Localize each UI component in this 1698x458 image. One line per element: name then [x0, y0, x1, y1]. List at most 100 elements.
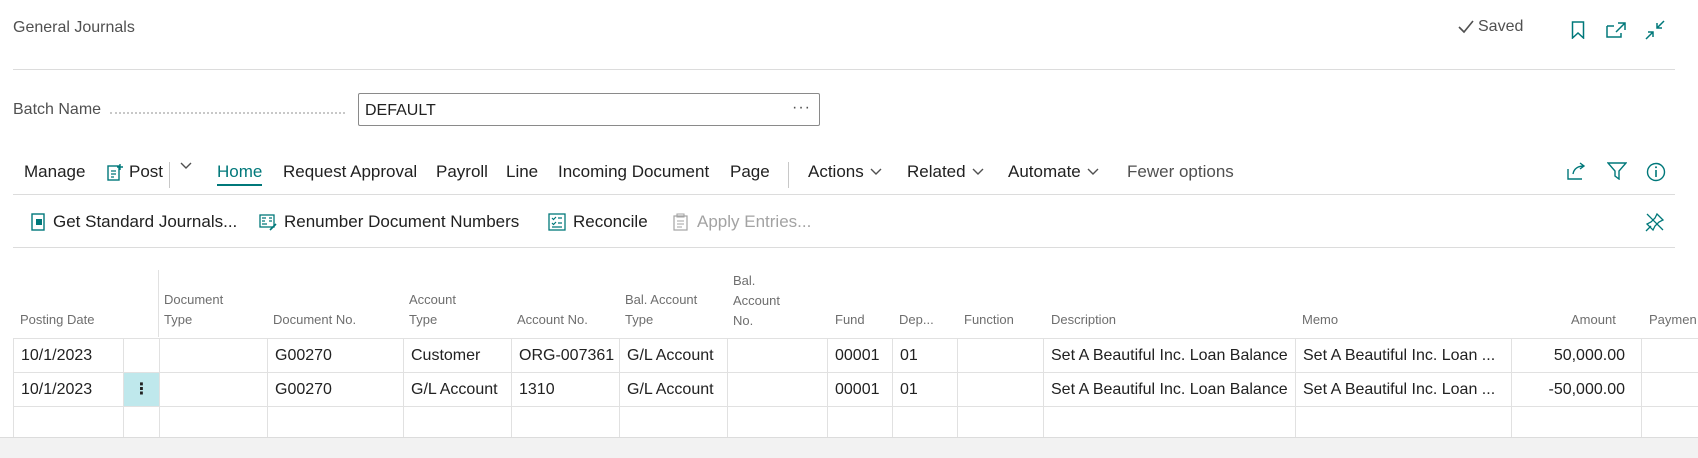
table-row-new[interactable]	[13, 406, 1698, 441]
get-standard-journals-button[interactable]: Get Standard Journals...	[30, 212, 237, 232]
menu-post-dropdown-button[interactable]	[180, 162, 192, 170]
cell-memo[interactable]	[1295, 407, 1511, 441]
column-header-document-type[interactable]: Document Type	[164, 290, 223, 330]
info-icon[interactable]	[1646, 162, 1666, 182]
menu-manage-label: Manage	[24, 162, 86, 181]
row-menu-button[interactable]: ⋮	[123, 373, 159, 407]
cell-document-no[interactable]	[267, 407, 403, 441]
cell-fund[interactable]: 00001	[827, 339, 892, 373]
menu-incoming-document[interactable]: Incoming Document	[558, 162, 709, 182]
menu-related[interactable]: Related	[907, 162, 984, 182]
menu-automate[interactable]: Automate	[1008, 162, 1099, 182]
batch-name-field[interactable]: DEFAULT ···	[358, 93, 820, 126]
cell-posting-date[interactable]: 10/1/2023	[13, 339, 123, 373]
cell-document-no[interactable]: G00270	[267, 373, 403, 407]
cell-document-type[interactable]	[159, 407, 267, 441]
cell-bal-account-type[interactable]: G/L Account	[619, 339, 727, 373]
renumber-document-numbers-button[interactable]: Renumber Document Numbers	[259, 212, 519, 232]
cell-bal-account-no[interactable]	[727, 407, 827, 441]
cell-account-no[interactable]	[511, 407, 619, 441]
column-header-document-no[interactable]: Document No.	[273, 310, 356, 330]
tab-home[interactable]: Home	[217, 162, 263, 186]
column-header-text: Paymen	[1649, 312, 1697, 327]
cell-account-no[interactable]: ORG-007361	[511, 339, 619, 373]
batch-name-lookup-button[interactable]: ···	[792, 99, 811, 117]
cell-amount[interactable]: 50,000.00	[1511, 339, 1641, 373]
batch-name-label: Batch Name	[13, 101, 102, 118]
menu-post[interactable]: Post	[107, 162, 163, 182]
menu-payroll[interactable]: Payroll	[436, 162, 488, 182]
cell-function[interactable]	[957, 407, 1043, 441]
table-row[interactable]: 10/1/2023 ⋮ G00270 G/L Account 1310 G/L …	[13, 372, 1698, 407]
cell-account-no[interactable]: 1310	[511, 373, 619, 407]
row-menu-cell[interactable]	[123, 339, 159, 373]
column-header-function[interactable]: Function	[964, 310, 1014, 330]
column-header-dep[interactable]: Dep...	[899, 310, 934, 330]
cell-posting-date[interactable]	[13, 407, 123, 441]
bookmark-icon[interactable]	[1566, 18, 1590, 42]
menu-page[interactable]: Page	[730, 162, 770, 182]
column-header-posting-date[interactable]: Posting Date	[20, 310, 94, 330]
apply-entries-icon	[673, 213, 688, 231]
cell-description[interactable]: Set A Beautiful Inc. Loan Balance	[1043, 339, 1295, 373]
table-row[interactable]: 10/1/2023 G00270 Customer ORG-007361 G/L…	[13, 338, 1698, 373]
cell-description[interactable]	[1043, 407, 1295, 441]
cell-function[interactable]	[957, 373, 1043, 407]
collapse-icon[interactable]	[1643, 18, 1667, 42]
cell-payment[interactable]	[1641, 407, 1698, 441]
cell-document-no[interactable]: G00270	[267, 339, 403, 373]
cell-payment[interactable]	[1641, 339, 1698, 373]
menu-manage[interactable]: Manage	[24, 162, 85, 182]
column-header-bal-account-no[interactable]: Bal. Account No.	[733, 271, 780, 331]
open-in-new-window-icon[interactable]	[1604, 18, 1628, 42]
column-header-description[interactable]: Description	[1051, 310, 1116, 330]
cell-bal-account-no[interactable]	[727, 373, 827, 407]
menu-line[interactable]: Line	[506, 162, 538, 182]
cell-bal-account-type[interactable]	[619, 407, 727, 441]
share-icon[interactable]	[1567, 162, 1587, 180]
column-header-account-no[interactable]: Account No.	[517, 310, 588, 330]
column-header-amount[interactable]: Amount	[1571, 310, 1616, 330]
column-header-text: Type	[409, 312, 438, 327]
cell-function[interactable]	[957, 339, 1043, 373]
cell-dep[interactable]: 01	[892, 339, 957, 373]
cell-bal-account-no[interactable]	[727, 339, 827, 373]
column-header-bal-account-type[interactable]: Bal. Account Type	[625, 290, 697, 330]
cell-payment[interactable]	[1641, 373, 1698, 407]
cell-amount[interactable]: -50,000.00	[1511, 373, 1641, 407]
column-header-fund[interactable]: Fund	[835, 310, 865, 330]
cell-dep[interactable]	[892, 407, 957, 441]
cell-document-type[interactable]	[159, 373, 267, 407]
reconcile-button[interactable]: Reconcile	[548, 212, 648, 232]
cell-account-type[interactable]	[403, 407, 511, 441]
cell-account-type[interactable]: Customer	[403, 339, 511, 373]
grid-footer-area	[0, 437, 1698, 458]
reconcile-icon	[548, 213, 566, 231]
cell-memo[interactable]: Set A Beautiful Inc. Loan ...	[1295, 339, 1511, 373]
batch-name-value[interactable]: DEFAULT	[365, 102, 436, 120]
cell-description[interactable]: Set A Beautiful Inc. Loan Balance	[1043, 373, 1295, 407]
checkmark-icon	[1458, 20, 1474, 34]
chevron-down-icon	[180, 162, 192, 169]
cell-memo[interactable]: Set A Beautiful Inc. Loan ...	[1295, 373, 1511, 407]
batch-name-leader-dots	[110, 104, 345, 114]
cell-document-type[interactable]	[159, 339, 267, 373]
cell-fund[interactable]	[827, 407, 892, 441]
column-header-account-type[interactable]: Account Type	[409, 290, 456, 330]
cell-fund[interactable]: 00001	[827, 373, 892, 407]
cell-dep[interactable]: 01	[892, 373, 957, 407]
menu-automate-label: Automate	[1008, 162, 1081, 181]
row-menu-cell[interactable]	[123, 407, 159, 441]
column-header-payment[interactable]: Paymen	[1649, 310, 1697, 330]
filter-icon[interactable]	[1607, 162, 1627, 180]
column-header-memo[interactable]: Memo	[1302, 310, 1338, 330]
cell-bal-account-type[interactable]: G/L Account	[619, 373, 727, 407]
unpin-icon[interactable]	[1645, 212, 1665, 232]
cell-posting-date[interactable]: 10/1/2023	[13, 373, 123, 407]
menu-fewer-options[interactable]: Fewer options	[1127, 162, 1234, 182]
apply-entries-button[interactable]: Apply Entries...	[672, 212, 811, 232]
menu-request-approval[interactable]: Request Approval	[283, 162, 417, 182]
cell-account-type[interactable]: G/L Account	[403, 373, 511, 407]
cell-amount[interactable]	[1511, 407, 1641, 441]
menu-actions[interactable]: Actions	[808, 162, 882, 182]
